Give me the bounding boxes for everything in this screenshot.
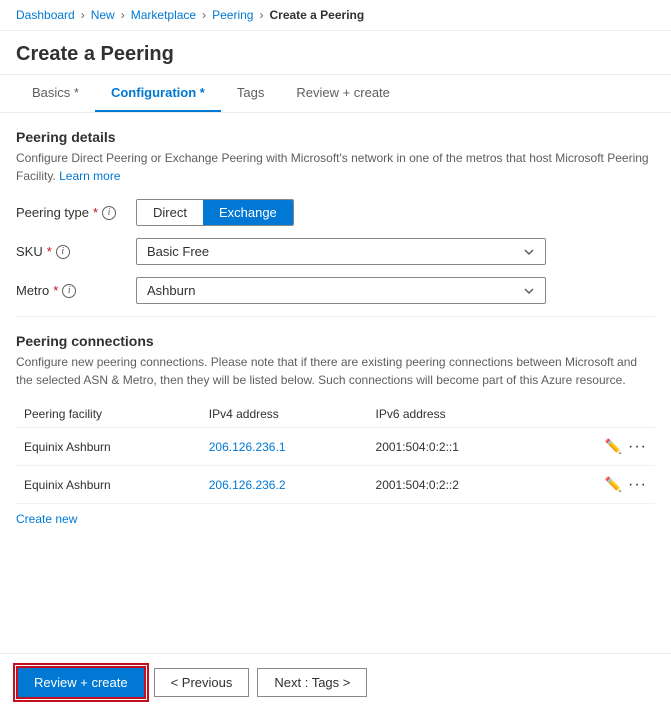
cell-facility-2: Equinix Ashburn	[16, 466, 201, 504]
metro-control: Ashburn Chicago New York	[136, 277, 655, 304]
ipv4-link-1[interactable]: 206.126.236.1	[209, 440, 286, 454]
cell-ipv6-2: 2001:504:0:2::2	[368, 466, 547, 504]
main-content: Peering details Configure Direct Peering…	[0, 113, 671, 542]
peering-type-control: Direct Exchange	[136, 199, 655, 226]
cell-ipv6-1: 2001:504:0:2::1	[368, 428, 547, 466]
metro-label: Metro * i	[16, 283, 136, 298]
sku-label: SKU * i	[16, 244, 136, 259]
cell-ipv4-2: 206.126.236.2	[201, 466, 368, 504]
peering-connections-desc: Configure new peering connections. Pleas…	[16, 353, 655, 389]
breadcrumb-sep-3: ›	[202, 8, 206, 22]
sku-info-icon[interactable]: i	[56, 245, 70, 259]
col-header-facility: Peering facility	[16, 401, 201, 428]
section-divider	[16, 316, 655, 317]
row-actions-1: ✏️ ···	[554, 436, 647, 457]
col-header-ipv4: IPv4 address	[201, 401, 368, 428]
tab-tags[interactable]: Tags	[221, 75, 280, 112]
tab-bar: Basics * Configuration * Tags Review + c…	[0, 75, 671, 113]
page-title: Create a Peering	[0, 31, 671, 75]
more-options-icon-2[interactable]: ···	[628, 476, 647, 494]
review-create-button[interactable]: Review + create	[16, 666, 146, 699]
row-actions-2: ✏️ ···	[554, 474, 647, 495]
peering-connections-section: Peering connections Configure new peerin…	[16, 333, 655, 526]
peering-details-title: Peering details	[16, 129, 655, 145]
learn-more-link[interactable]: Learn more	[59, 169, 120, 183]
metro-select-wrapper: Ashburn Chicago New York	[136, 277, 546, 304]
breadcrumb-marketplace[interactable]: Marketplace	[131, 8, 196, 22]
metro-info-icon[interactable]: i	[62, 284, 76, 298]
breadcrumb-dashboard[interactable]: Dashboard	[16, 8, 75, 22]
next-button[interactable]: Next : Tags >	[257, 668, 367, 697]
sku-control: Basic Free Premium Free	[136, 238, 655, 265]
tab-basics[interactable]: Basics *	[16, 75, 95, 112]
table-row: Equinix Ashburn 206.126.236.1 2001:504:0…	[16, 428, 655, 466]
tab-configuration[interactable]: Configuration *	[95, 75, 221, 112]
cell-facility-1: Equinix Ashburn	[16, 428, 201, 466]
metro-row: Metro * i Ashburn Chicago New York	[16, 277, 655, 304]
metro-select[interactable]: Ashburn Chicago New York	[136, 277, 546, 304]
sku-select-wrapper: Basic Free Premium Free	[136, 238, 546, 265]
metro-label-text: Metro	[16, 283, 49, 298]
peering-type-info-icon[interactable]: i	[102, 206, 116, 220]
peering-type-direct-btn[interactable]: Direct	[137, 200, 203, 225]
cell-ipv4-1: 206.126.236.1	[201, 428, 368, 466]
breadcrumb: Dashboard › New › Marketplace › Peering …	[0, 0, 671, 31]
sku-label-text: SKU	[16, 244, 43, 259]
peering-type-toggle-group: Direct Exchange	[136, 199, 294, 226]
tab-review-create[interactable]: Review + create	[280, 75, 406, 112]
previous-button[interactable]: < Previous	[154, 668, 250, 697]
col-header-actions	[546, 401, 655, 428]
cell-actions-2: ✏️ ···	[546, 466, 655, 504]
breadcrumb-sep-1: ›	[81, 8, 85, 22]
breadcrumb-current: Create a Peering	[269, 8, 364, 22]
peering-type-row: Peering type * i Direct Exchange	[16, 199, 655, 226]
footer: Review + create < Previous Next : Tags >	[0, 653, 671, 711]
table-row: Equinix Ashburn 206.126.236.2 2001:504:0…	[16, 466, 655, 504]
peering-details-desc: Configure Direct Peering or Exchange Pee…	[16, 149, 655, 185]
breadcrumb-new[interactable]: New	[91, 8, 115, 22]
metro-required: *	[53, 283, 58, 298]
breadcrumb-peering[interactable]: Peering	[212, 8, 253, 22]
peering-connections-table: Peering facility IPv4 address IPv6 addre…	[16, 401, 655, 504]
peering-type-label-text: Peering type	[16, 205, 89, 220]
peering-type-required: *	[93, 205, 98, 220]
sku-select[interactable]: Basic Free Premium Free	[136, 238, 546, 265]
cell-actions-1: ✏️ ···	[546, 428, 655, 466]
col-header-ipv6: IPv6 address	[368, 401, 547, 428]
breadcrumb-sep-2: ›	[121, 8, 125, 22]
create-new-link[interactable]: Create new	[16, 512, 77, 526]
sku-row: SKU * i Basic Free Premium Free	[16, 238, 655, 265]
breadcrumb-sep-4: ›	[259, 8, 263, 22]
edit-icon-2[interactable]: ✏️	[603, 474, 624, 495]
peering-connections-title: Peering connections	[16, 333, 655, 349]
ipv4-link-2[interactable]: 206.126.236.2	[209, 478, 286, 492]
edit-icon-1[interactable]: ✏️	[603, 436, 624, 457]
peering-type-exchange-btn[interactable]: Exchange	[203, 200, 293, 225]
sku-required: *	[47, 244, 52, 259]
table-header-row: Peering facility IPv4 address IPv6 addre…	[16, 401, 655, 428]
peering-type-label: Peering type * i	[16, 205, 136, 220]
more-options-icon-1[interactable]: ···	[628, 438, 647, 456]
